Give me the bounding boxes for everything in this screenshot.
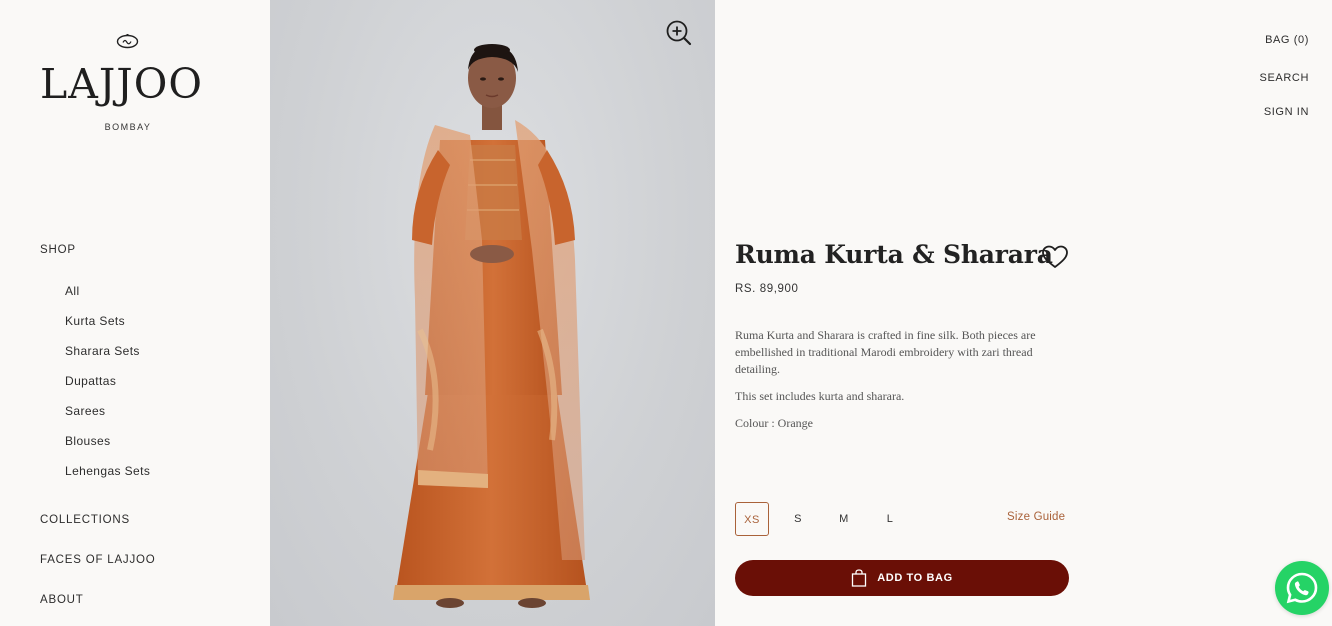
shopping-bag-icon — [852, 569, 867, 587]
size-guide-link[interactable]: Size Guide — [1007, 511, 1065, 523]
brand-logo[interactable]: LAJJOO — [40, 60, 216, 108]
sign-in-link[interactable]: SIGN IN — [1264, 106, 1309, 118]
size-option-s[interactable]: S — [781, 502, 815, 536]
nav-shop-blouses[interactable]: Blouses — [65, 434, 111, 448]
size-option-m[interactable]: M — [827, 502, 861, 536]
nav-collections[interactable]: COLLECTIONS — [40, 514, 130, 526]
heart-icon[interactable] — [1041, 244, 1069, 270]
product-image[interactable] — [270, 0, 715, 626]
add-to-bag-button[interactable]: ADD TO BAG — [735, 560, 1069, 596]
search-link[interactable]: SEARCH — [1260, 72, 1309, 84]
sidebar: LAJJOO BOMBAY SHOP All Kurta Sets Sharar… — [0, 0, 270, 626]
brand-city: BOMBAY — [104, 122, 152, 132]
whatsapp-icon — [1286, 572, 1318, 604]
bag-link[interactable]: BAG (0) — [1265, 34, 1309, 46]
nav-shop-sharara-sets[interactable]: Sharara Sets — [65, 344, 140, 358]
nav-shop-lehengas-sets[interactable]: Lehengas Sets — [65, 464, 150, 478]
product-price: RS. 89,900 — [735, 283, 799, 295]
product-includes: This set includes kurta and sharara. — [735, 389, 905, 403]
size-option-l[interactable]: L — [873, 502, 907, 536]
lajjoo-monogram-icon — [116, 34, 139, 49]
product-description: Ruma Kurta and Sharara is crafted in fin… — [735, 328, 1036, 376]
size-option-xs[interactable]: XS — [735, 502, 769, 536]
nav-about[interactable]: ABOUT — [40, 594, 84, 606]
nav-shop-sarees[interactable]: Sarees — [65, 404, 105, 418]
nav-faces-of-lajjoo[interactable]: FACES OF LAJJOO — [40, 554, 156, 566]
nav-shop[interactable]: SHOP — [40, 244, 76, 256]
product-colour: Colour : Orange — [735, 416, 813, 430]
product-title: Ruma Kurta & Sharara — [735, 240, 1053, 269]
whatsapp-chat-button[interactable] — [1275, 561, 1329, 615]
nav-shop-kurta-sets[interactable]: Kurta Sets — [65, 314, 125, 328]
add-to-bag-label: ADD TO BAG — [877, 572, 953, 584]
nav-shop-all[interactable]: All — [65, 284, 80, 298]
model-illustration — [393, 44, 590, 608]
zoom-in-icon[interactable] — [665, 19, 692, 46]
nav-shop-dupattas[interactable]: Dupattas — [65, 374, 116, 388]
